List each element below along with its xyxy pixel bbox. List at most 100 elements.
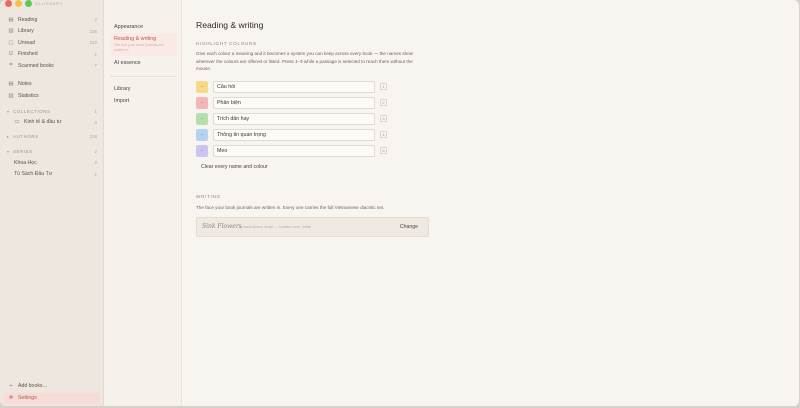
- colour-swatch[interactable]: –: [196, 144, 208, 157]
- add-books-label: Add books…: [18, 382, 48, 389]
- colour-swatch[interactable]: –: [196, 96, 208, 109]
- highlight-row: – 4: [196, 128, 387, 141]
- settings-nav-ai-essence[interactable]: AI essence: [110, 58, 178, 68]
- sidebar-item-count: 1: [94, 171, 97, 177]
- colour-swatch[interactable]: –: [196, 112, 208, 125]
- highlight-row: – 3: [196, 112, 387, 125]
- font-picker: Sink Flowers a hand-drawn script — loade…: [196, 217, 429, 237]
- sidebar-bottom: + Add books… ✲ Settings: [4, 380, 100, 404]
- highlight-row: – 5: [196, 144, 387, 157]
- section-label: Collections: [13, 108, 51, 114]
- highlight-row: – 2: [196, 96, 387, 109]
- series-section-toggle[interactable]: ▾ Series 2: [4, 146, 100, 157]
- sidebar-item-count: 1: [94, 51, 97, 57]
- sidebar-item-label: Statistics: [18, 92, 39, 99]
- settings-nav-divider: [110, 76, 176, 77]
- add-books-button[interactable]: + Add books…: [4, 380, 100, 392]
- highlight-name-input[interactable]: [213, 96, 375, 109]
- section-label: Series: [13, 149, 33, 154]
- section-label: Authors: [13, 134, 39, 139]
- sidebar-item-label: Reading: [18, 16, 38, 23]
- settings-nav-label: Reading & writing: [114, 36, 157, 42]
- sidebar-item-label: Notes: [18, 81, 32, 88]
- sidebar-item-label: Tủ Sách Đầu Tư: [14, 171, 53, 178]
- highlight-row: – 1: [196, 80, 387, 93]
- page-title: Reading & writing: [196, 20, 264, 30]
- highlight-name-input[interactable]: [213, 112, 375, 125]
- sidebar-item-label: Unread: [18, 39, 36, 46]
- shortcut-key: 3: [380, 115, 387, 122]
- sidebar-item-statistics[interactable]: ▥ Statistics: [4, 90, 100, 102]
- collections-section-toggle[interactable]: ▾ Collections 1: [4, 106, 100, 117]
- sidebar-item-scanned-books[interactable]: ⌗ Scanned books 7: [4, 60, 100, 72]
- clear-highlights-button[interactable]: Clear every name and colour: [201, 164, 268, 170]
- sidebar-item-collection[interactable]: ▭ Kinh tế & đầu tư 0: [4, 117, 100, 129]
- sidebar-item-series[interactable]: Tủ Sách Đầu Tư 1: [4, 169, 100, 181]
- book-open-icon: ▤: [8, 16, 14, 23]
- settings-label: Settings: [18, 395, 37, 402]
- sidebar-item-label: Finished: [18, 51, 38, 58]
- highlight-colours-description: Give each colour a meaning and it become…: [196, 50, 428, 73]
- sidebar-item-notes[interactable]: ▤ Notes: [4, 79, 100, 91]
- sidebar-item-count: 226: [89, 28, 97, 34]
- shortcut-key: 1: [380, 83, 387, 90]
- font-name: Sink Flowers: [202, 223, 242, 230]
- gear-icon: ✲: [8, 395, 14, 402]
- highlight-colours-heading: Highlight colours: [196, 41, 257, 46]
- close-window-button[interactable]: [5, 0, 12, 7]
- notes-icon: ▤: [8, 81, 14, 88]
- highlight-name-input[interactable]: [213, 128, 375, 141]
- sidebar-item-count: 2: [94, 160, 97, 166]
- sidebar-item-library[interactable]: ▥ Library 226: [4, 26, 100, 38]
- app-title: GLOSSARY: [35, 1, 64, 6]
- sidebar: GLOSSARY ▤ Reading 2 ▥ Library 226 ▢ Unr…: [0, 0, 104, 406]
- section-count: 1: [94, 108, 97, 114]
- folder-icon: ▭: [14, 119, 20, 126]
- sidebar-item-reading[interactable]: ▤ Reading 2: [4, 14, 100, 26]
- settings-nav-subtitle: The font your book journals are written …: [114, 43, 164, 52]
- scan-icon: ⌗: [9, 62, 13, 69]
- sidebar-item-settings[interactable]: ✲ Settings: [4, 392, 100, 404]
- sidebar-item-finished[interactable]: ☑ Finished 1: [4, 49, 100, 61]
- library-icon: ▥: [8, 28, 14, 35]
- change-font-button[interactable]: Change: [400, 224, 418, 230]
- colour-swatch[interactable]: –: [196, 128, 208, 141]
- check-icon: ☑: [8, 51, 14, 58]
- settings-nav: Appearance Reading & writing The font yo…: [104, 0, 182, 406]
- window-controls: [5, 0, 32, 7]
- sidebar-item-label: Library: [18, 28, 34, 35]
- highlight-name-input[interactable]: [213, 144, 375, 157]
- settings-nav-reading-writing[interactable]: Reading & writing The font your book jou…: [110, 33, 178, 56]
- settings-nav-import[interactable]: Import: [110, 96, 178, 106]
- highlight-name-input[interactable]: [213, 80, 375, 93]
- zoom-window-button[interactable]: [25, 0, 32, 7]
- section-count: 2: [94, 149, 97, 154]
- minimize-window-button[interactable]: [15, 0, 22, 7]
- sidebar-nav: ▤ Reading 2 ▥ Library 226 ▢ Unread 222 ☑…: [4, 14, 100, 180]
- settings-nav-appearance[interactable]: Appearance: [110, 22, 178, 32]
- statistics-icon: ▥: [8, 92, 14, 99]
- sidebar-item-count: 222: [89, 40, 97, 46]
- sidebar-item-label: Khoa Học: [14, 159, 37, 166]
- sidebar-item-count: 2: [94, 17, 97, 23]
- unread-book-icon: ▢: [8, 39, 14, 46]
- font-hint: a hand-drawn script — loaded once, inlin…: [240, 225, 311, 229]
- writing-heading: Writing: [196, 194, 221, 199]
- settings-nav-library[interactable]: Library: [110, 84, 178, 94]
- sidebar-item-label: Kinh tế & đầu tư: [24, 119, 62, 126]
- authors-section-toggle[interactable]: ▸ Authors 218: [4, 131, 100, 142]
- description-keys: 1–5: [294, 58, 303, 64]
- app-window: GLOSSARY ▤ Reading 2 ▥ Library 226 ▢ Unr…: [0, 0, 800, 406]
- shortcut-key: 2: [380, 99, 387, 106]
- sidebar-item-count: 7: [94, 63, 97, 69]
- section-count: 218: [89, 134, 97, 139]
- sidebar-item-series[interactable]: Khoa Học 2: [4, 157, 100, 169]
- colour-swatch[interactable]: –: [196, 80, 208, 93]
- writing-description: The face your book journals are written …: [196, 205, 385, 210]
- sidebar-item-count: 0: [94, 119, 97, 125]
- sidebar-item-label: Scanned books: [18, 62, 54, 69]
- shortcut-key: 5: [380, 147, 387, 154]
- plus-icon: +: [9, 382, 13, 389]
- shortcut-key: 4: [380, 131, 387, 138]
- sidebar-item-unread[interactable]: ▢ Unread 222: [4, 37, 100, 49]
